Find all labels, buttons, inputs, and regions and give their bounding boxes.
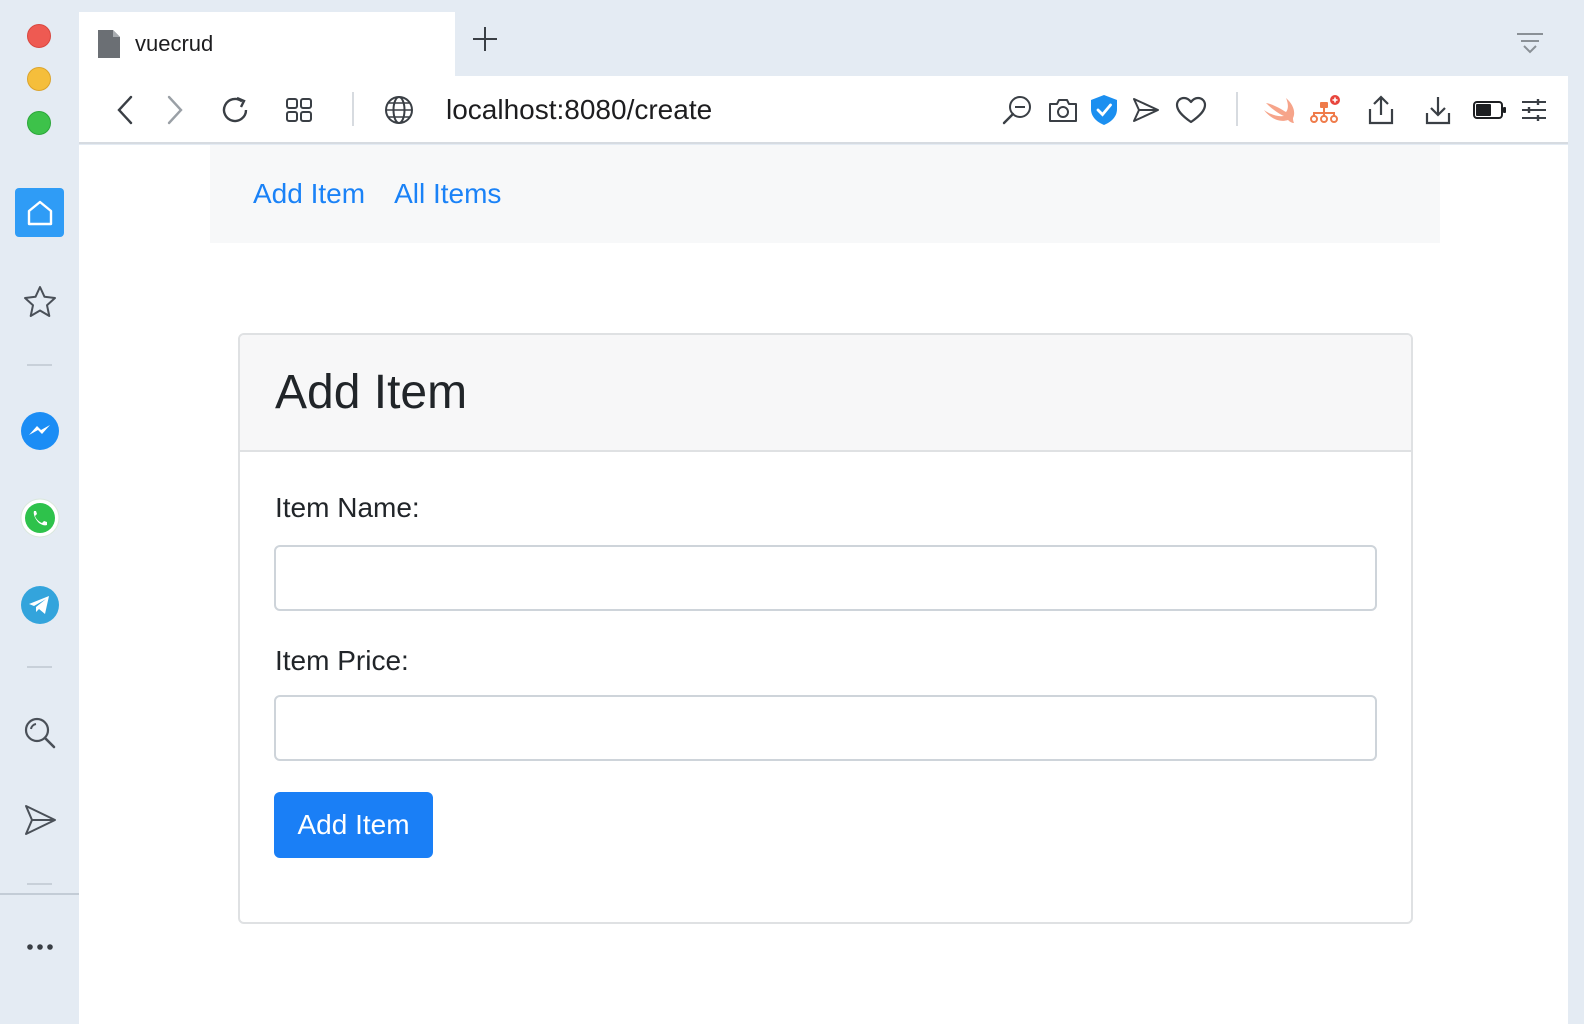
browser-sidebar: [0, 0, 79, 1024]
item-name-label: Item Name:: [275, 492, 420, 523]
swift-icon: [1264, 98, 1295, 123]
sidebar-search-button[interactable]: [15, 708, 64, 757]
whatsapp-icon: [20, 498, 59, 537]
plus-icon: [473, 27, 497, 51]
adblock-button[interactable]: [1087, 93, 1121, 127]
star-icon: [23, 285, 56, 317]
send-to-device-button[interactable]: [1129, 93, 1163, 127]
zoom-out-icon: [1002, 96, 1031, 125]
tab-list-icon: [1517, 33, 1543, 54]
sidebar-more-button[interactable]: [15, 922, 64, 971]
camera-icon: [1049, 99, 1077, 122]
shield-check-icon: [1091, 95, 1117, 125]
item-price-label: Item Price:: [275, 645, 409, 676]
zoom-button[interactable]: [1000, 93, 1034, 127]
browser-toolbar: localhost:8080/create: [79, 76, 1568, 144]
forward-button[interactable]: [158, 93, 192, 127]
page-title: Add Item: [275, 366, 468, 419]
browser-window: vuecrud localhost:8080/create Add Item A…: [0, 0, 1568, 1024]
favorite-button[interactable]: [1174, 93, 1208, 127]
back-icon: [117, 95, 133, 125]
sidebar-separator: [27, 883, 52, 885]
tabs-grid-button[interactable]: [282, 93, 316, 127]
home-icon: [27, 200, 52, 225]
downloads-button[interactable]: [1421, 93, 1455, 127]
tab-list-button[interactable]: [1515, 28, 1549, 58]
add-item-card: Add Item Item Name: Item Price: Add Item: [238, 333, 1413, 924]
settings-sliders-icon: [1522, 99, 1546, 121]
forward-icon: [167, 95, 183, 125]
telegram-icon: [20, 585, 59, 624]
tabs-grid-icon: [286, 98, 312, 122]
close-window-button[interactable]: [27, 24, 51, 48]
site-info-button[interactable]: [382, 93, 416, 127]
toolbar-divider: [1236, 92, 1238, 126]
page-content: Add Item All Items Add Item Item Name: I…: [79, 145, 1568, 1024]
messenger-icon: [20, 411, 59, 450]
sidebar-whatsapp-button[interactable]: [15, 493, 64, 542]
sidebar-bookmarks-button[interactable]: [15, 277, 64, 326]
sidebar-divider: [0, 893, 79, 895]
share-icon: [1368, 95, 1394, 125]
sidebar-telegram-button[interactable]: [15, 580, 64, 629]
battery-icon: [1473, 101, 1506, 119]
heart-icon: [1175, 96, 1207, 124]
sidebar-send-button[interactable]: [15, 795, 64, 844]
document-icon: [98, 30, 120, 58]
nav-link-add-item[interactable]: Add Item: [253, 178, 365, 210]
new-tab-button[interactable]: [470, 24, 500, 54]
nav-link-all-items[interactable]: All Items: [394, 178, 501, 210]
easy-setup-button[interactable]: [1517, 93, 1551, 127]
app-navbar: Add Item All Items: [210, 145, 1440, 243]
tab-title: vuecrud: [135, 31, 214, 56]
minimize-window-button[interactable]: [27, 67, 51, 91]
download-icon: [1425, 97, 1451, 125]
share-button[interactable]: [1364, 93, 1398, 127]
sitemap-icon: [1310, 95, 1340, 123]
search-icon: [24, 717, 55, 748]
back-button[interactable]: [108, 93, 142, 127]
swift-extension-button[interactable]: [1262, 93, 1296, 127]
address-bar[interactable]: localhost:8080/create: [446, 93, 712, 127]
sidebar-messenger-button[interactable]: [15, 406, 64, 455]
screenshot-button[interactable]: [1046, 93, 1080, 127]
sidebar-separator: [27, 666, 52, 668]
add-item-button[interactable]: Add Item: [274, 792, 433, 858]
globe-icon: [385, 96, 413, 124]
card-header: Add Item: [240, 335, 1411, 452]
sitemap-extension-button[interactable]: [1308, 93, 1342, 127]
more-icon: [26, 943, 53, 950]
item-price-input[interactable]: [274, 695, 1377, 761]
battery-saver-button[interactable]: [1473, 93, 1507, 127]
sidebar-home-button[interactable]: [15, 188, 64, 237]
item-name-input[interactable]: [274, 545, 1377, 611]
maximize-window-button[interactable]: [27, 111, 51, 135]
browser-tab[interactable]: vuecrud: [79, 12, 455, 76]
reload-button[interactable]: [218, 93, 252, 127]
reload-icon: [222, 96, 248, 123]
toolbar-divider: [352, 92, 354, 126]
send-icon: [1133, 98, 1159, 122]
send-icon: [24, 804, 56, 835]
sidebar-separator: [27, 364, 52, 366]
